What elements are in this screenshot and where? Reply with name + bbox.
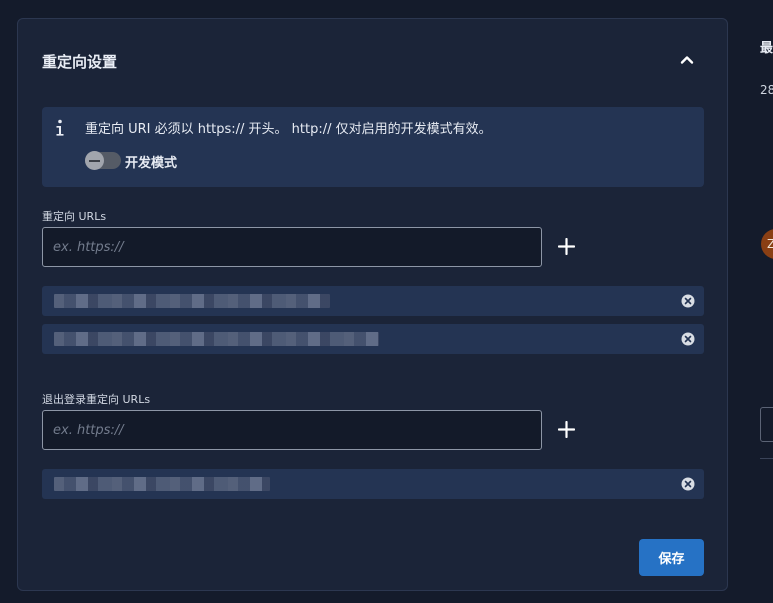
logout-redirect-url-entry [42,469,704,499]
redacted-url [54,332,379,346]
page: 重定向设置 重定向 URI 必须以 https:// 开头。 http:// 仅… [0,0,773,603]
card-title: 重定向设置 [42,53,118,71]
remove-circle-icon[interactable] [681,294,695,308]
divider [760,458,773,459]
remove-circle-icon[interactable] [681,332,695,346]
toggle-knob [85,151,104,170]
redacted-url [54,477,270,491]
redacted-url [54,294,330,308]
dev-mode-label: 开发模式 [125,156,178,171]
save-button[interactable]: 保存 [639,539,704,576]
plus-icon [557,237,575,255]
remove-circle-icon[interactable] [681,477,695,491]
redirect-urls-label: 重定向 URLs [42,210,107,223]
avatar-initial: Z [767,237,773,251]
chevron-up-icon [680,56,694,64]
redirect-url-entry [42,286,704,316]
collapse-button[interactable] [675,49,699,71]
info-message: 重定向 URI 必须以 https:// 开头。 http:// 仅对启用的开发… [85,122,492,137]
plus-icon [557,420,575,438]
right-panel-heading: 最 [760,41,773,56]
info-icon [56,119,64,136]
info-notice: 重定向 URI 必须以 https:// 开头。 http:// 仅对启用的开发… [42,107,704,187]
right-panel-number: 28 [760,83,773,97]
right-panel: 最 28 Z [760,0,773,603]
add-redirect-url-button[interactable] [553,233,579,259]
logout-redirect-url-input[interactable] [42,410,542,450]
dev-mode-toggle[interactable] [85,151,121,170]
add-logout-redirect-url-button[interactable] [553,416,579,442]
redirect-settings-card: 重定向设置 重定向 URI 必须以 https:// 开头。 http:// 仅… [17,18,728,591]
redirect-url-input[interactable] [42,227,542,267]
redirect-url-entry [42,324,704,354]
logout-redirect-urls-label: 退出登录重定向 URLs [42,393,151,406]
minus-icon [89,159,100,162]
right-panel-input[interactable] [760,407,773,442]
avatar[interactable]: Z [761,229,773,259]
